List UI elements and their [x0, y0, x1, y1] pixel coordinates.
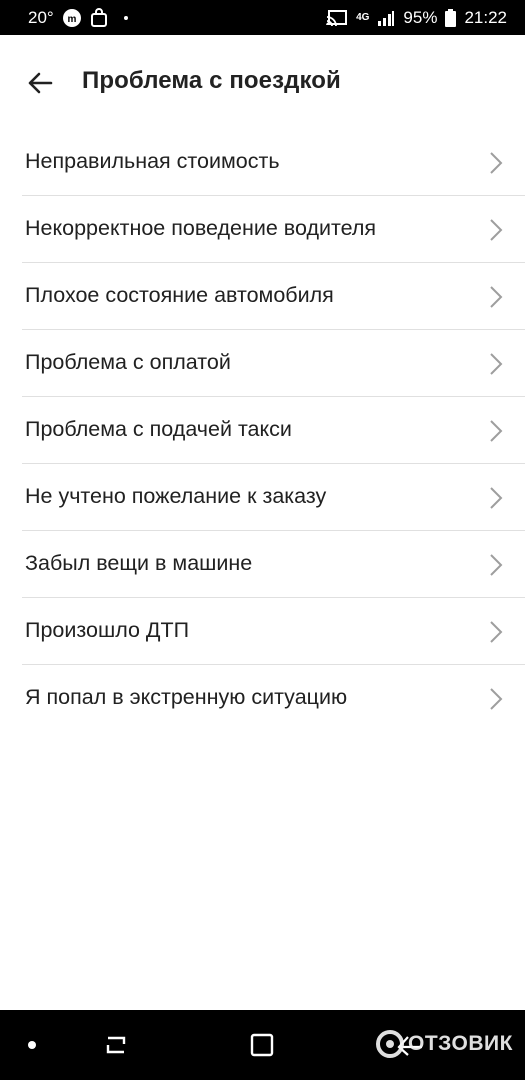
- list-item-label: Не учтено пожелание к заказу: [25, 484, 327, 508]
- list-item-label: Плохое состояние автомобиля: [25, 283, 334, 307]
- battery-percent-text: 95%: [403, 7, 438, 27]
- shopping-bag-icon: [90, 7, 108, 28]
- list-item-pickup-problem[interactable]: Проблема с подачей такси: [0, 397, 525, 464]
- status-bar-right: 4G 95% 21:22: [326, 8, 507, 28]
- status-bar-left: 20° m: [28, 8, 128, 28]
- list-item-label: Произошло ДТП: [25, 618, 190, 642]
- list-item-order-wish[interactable]: Не учтено пожелание к заказу: [0, 464, 525, 531]
- list-item-label: Я попал в экстренную ситуацию: [25, 685, 348, 709]
- otzovik-logo-icon: [376, 1030, 404, 1058]
- list-item-label: Проблема с оплатой: [25, 350, 231, 374]
- back-button[interactable]: [20, 65, 60, 101]
- nav-dot-button[interactable]: [22, 1010, 42, 1080]
- chevron-right-icon: [490, 219, 503, 241]
- list-item-payment-problem[interactable]: Проблема с оплатой: [0, 330, 525, 397]
- chevron-right-icon: [490, 621, 503, 643]
- header: Проблема с поездкой: [0, 35, 525, 130]
- cast-icon: [326, 9, 348, 27]
- chevron-right-icon: [490, 152, 503, 174]
- page-title: Проблема с поездкой: [82, 67, 341, 94]
- list-item-label: Проблема с подачей такси: [25, 417, 292, 441]
- recent-apps-button[interactable]: [96, 1010, 136, 1080]
- arrow-left-icon: [28, 72, 53, 94]
- list-item-label: Неправильная стоимость: [25, 149, 280, 173]
- app-notification-icon: m: [62, 8, 82, 28]
- chevron-right-icon: [490, 554, 503, 576]
- list-item-driver-behavior[interactable]: Некорректное поведение водителя: [0, 196, 525, 263]
- network-type-text: 4G: [356, 12, 370, 23]
- status-bar: 20° m 4G 95% 21:22: [0, 0, 525, 35]
- notification-dot-icon: [123, 15, 128, 20]
- chevron-right-icon: [490, 487, 503, 509]
- list-item-car-condition[interactable]: Плохое состояние автомобиля: [0, 263, 525, 330]
- chevron-right-icon: [490, 353, 503, 375]
- list-item-emergency[interactable]: Я попал в экстренную ситуацию: [0, 665, 525, 732]
- home-button[interactable]: [241, 1010, 283, 1080]
- signal-icon: [377, 10, 395, 26]
- chevron-right-icon: [490, 688, 503, 710]
- home-square-icon: [250, 1033, 274, 1057]
- battery-icon: [445, 8, 457, 27]
- chevron-right-icon: [490, 420, 503, 442]
- chevron-right-icon: [490, 286, 503, 308]
- clock-text: 21:22: [464, 7, 507, 27]
- list-item-accident[interactable]: Произошло ДТП: [0, 598, 525, 665]
- problem-list: Неправильная стоимость Некорректное пове…: [0, 129, 525, 732]
- list-item-lost-items[interactable]: Забыл вещи в машине: [0, 531, 525, 598]
- temperature-text: 20°: [28, 7, 54, 27]
- list-item-wrong-cost[interactable]: Неправильная стоимость: [0, 129, 525, 196]
- dot-icon: [28, 1041, 36, 1049]
- list-item-label: Забыл вещи в машине: [25, 551, 253, 575]
- list-item-label: Некорректное поведение водителя: [25, 216, 377, 240]
- recent-apps-icon: [106, 1036, 126, 1054]
- otzovik-watermark: ОТЗОВИК: [376, 1030, 513, 1058]
- watermark-text: ОТЗОВИК: [408, 1032, 513, 1055]
- svg-text:m: m: [67, 14, 76, 25]
